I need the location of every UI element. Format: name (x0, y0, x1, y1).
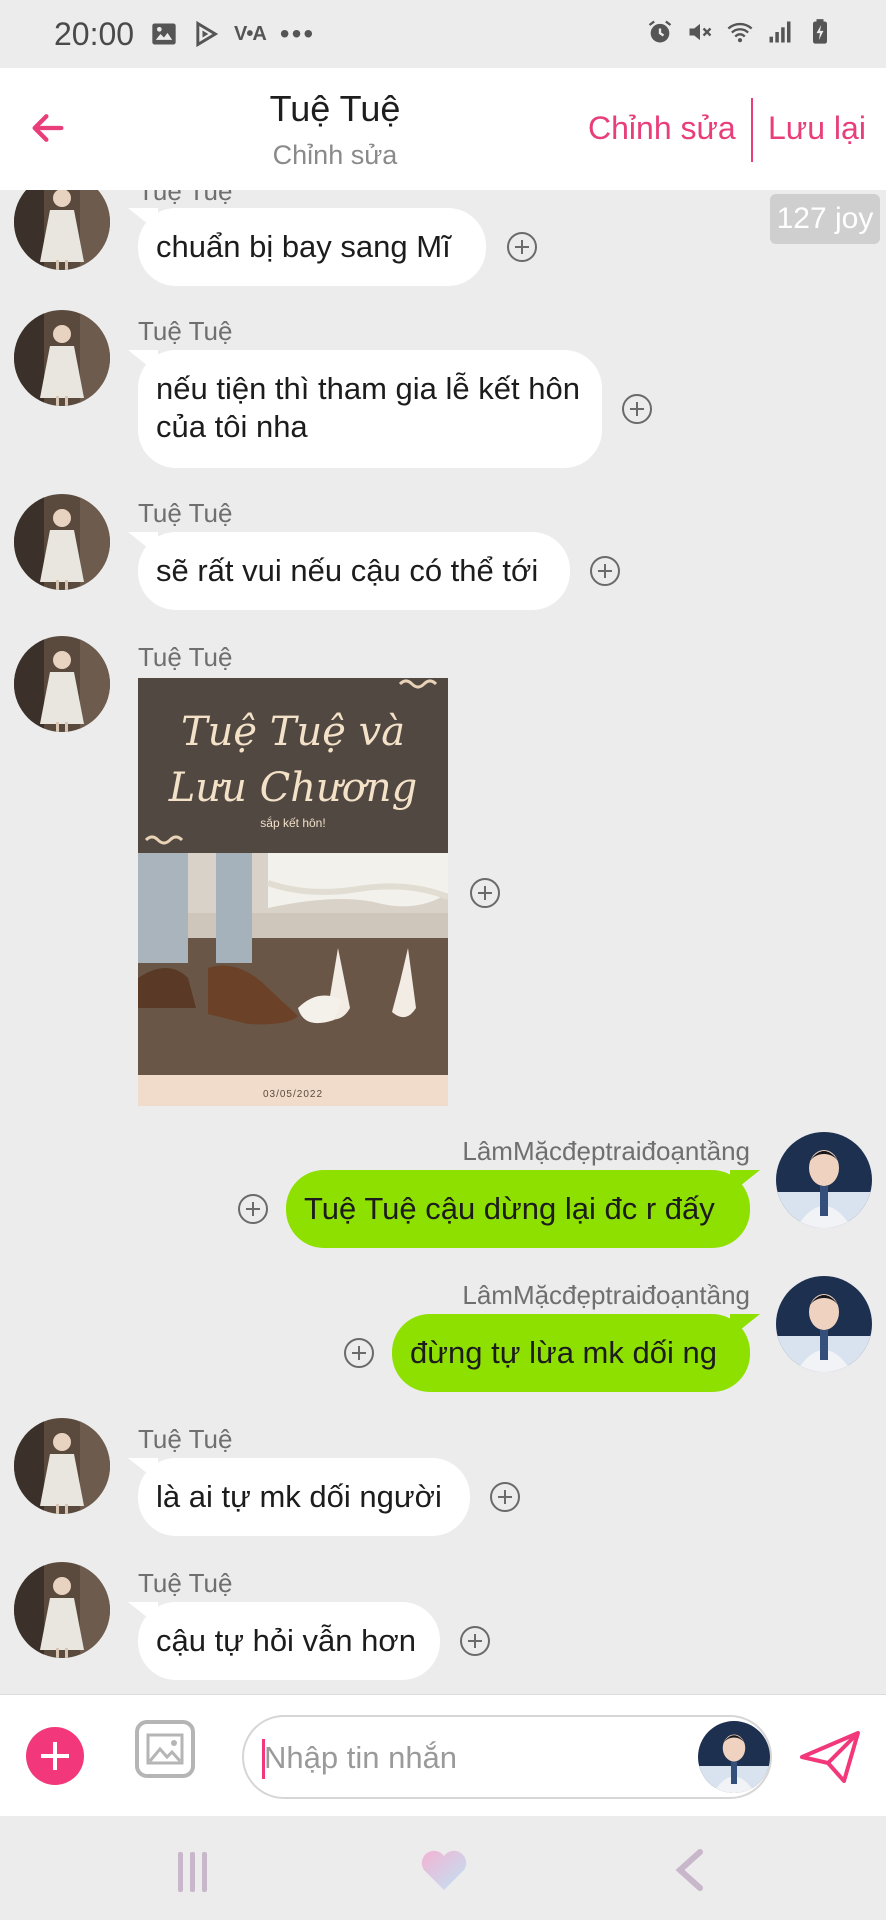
message-text: sẽ rất vui nếu cậu có thể tới (156, 553, 539, 588)
system-nav-bar (0, 1816, 886, 1920)
message-text: chuẩn bị bay sang Mĩ (156, 229, 451, 264)
add-attachment-button[interactable] (26, 1727, 84, 1785)
alarm-icon (646, 18, 674, 46)
vietnamese-carrier-icon: V•A (234, 22, 267, 45)
add-reaction-button[interactable] (490, 1482, 520, 1512)
signal-icon (766, 18, 794, 46)
sender-name: LâmMặcđẹptraiđoạntầng (462, 1136, 750, 1166)
edit-button[interactable]: Chỉnh sửa (588, 110, 736, 147)
avatar[interactable] (14, 636, 110, 732)
card-title: Tuệ Tuệ và Lưu Chương (168, 709, 418, 811)
card-date: 03/05/2022 (262, 1089, 324, 1100)
status-left-icons: V•A ••• (150, 18, 315, 50)
message-input[interactable] (242, 1715, 772, 1799)
joy-counter-badge: 127 joy (770, 194, 880, 244)
message-bubble[interactable]: là ai tự mk dối người (128, 1458, 470, 1536)
chat-area[interactable]: Tuệ Tuệ chuẩn bị bay sang Mĩ 127 joy Tuệ… (0, 190, 886, 1694)
message-text: đừng tự lừa mk dối ng (410, 1335, 717, 1370)
image-icon (135, 1720, 195, 1778)
avatar[interactable] (776, 1276, 872, 1372)
message-text: là ai tự mk dối người (156, 1479, 442, 1514)
heart-icon (421, 1850, 467, 1890)
page-subtitle: Chỉnh sửa (272, 140, 398, 170)
avatar[interactable] (14, 494, 110, 590)
avatar[interactable] (14, 190, 110, 270)
send-button[interactable] (798, 1729, 862, 1785)
message-bubble[interactable]: đừng tự lừa mk dối ng (392, 1314, 760, 1392)
save-button[interactable]: Lưu lại (768, 110, 866, 147)
card-subtitle: sắp kết hôn! (260, 816, 326, 830)
message-bubble[interactable]: nếu tiện thì tham gia lễ kết hôn của tôi… (128, 350, 602, 468)
home-button[interactable] (420, 1848, 468, 1892)
chat-header: Tuệ Tuệ Chỉnh sửa Chỉnh sửa Lưu lại (0, 68, 886, 190)
message-bubble[interactable]: cậu tự hỏi vẫn hơn (128, 1602, 440, 1680)
recent-apps-button[interactable] (178, 1852, 218, 1892)
page-title: Tuệ Tuệ (269, 88, 401, 129)
header-divider (751, 98, 753, 162)
add-reaction-button[interactable] (344, 1338, 374, 1368)
status-right-icons (646, 18, 834, 46)
message-bubble[interactable]: Tuệ Tuệ cậu dừng lại đc r đấy (286, 1170, 760, 1248)
message-field[interactable] (264, 1735, 704, 1781)
sender-name: Tuệ Tuệ (138, 642, 233, 672)
status-time: 20:00 (54, 16, 135, 52)
chevron-left-icon (675, 1849, 703, 1891)
more-icon: ••• (279, 18, 316, 49)
add-reaction-button[interactable] (470, 878, 500, 908)
sender-name: Tuệ Tuệ (138, 190, 233, 206)
back-nav-button[interactable] (672, 1848, 706, 1892)
add-reaction-button[interactable] (238, 1194, 268, 1224)
sender-name: Tuệ Tuệ (138, 1568, 233, 1598)
avatar[interactable] (14, 310, 110, 406)
battery-charging-icon (806, 18, 834, 46)
sender-name: Tuệ Tuệ (138, 316, 233, 346)
sender-name: LâmMặcđẹptraiđoạntầng (462, 1280, 750, 1310)
message-text: cậu tự hỏi vẫn hơn (156, 1623, 416, 1658)
message-input-bar (0, 1694, 886, 1816)
wifi-icon (726, 18, 754, 46)
add-reaction-button[interactable] (622, 394, 652, 424)
sender-avatar-switch[interactable] (698, 1721, 770, 1793)
message-bubble[interactable]: chuẩn bị bay sang Mĩ (128, 208, 486, 286)
wedding-invitation-image[interactable]: Tuệ Tuệ và Lưu Chương sắp kết hôn! 03/05… (138, 678, 448, 1106)
add-reaction-button[interactable] (460, 1626, 490, 1656)
status-bar: 20:00 V•A ••• (0, 0, 886, 68)
message-bubble[interactable]: sẽ rất vui nếu cậu có thể tới (128, 532, 570, 610)
sender-name: Tuệ Tuệ (138, 498, 233, 528)
add-reaction-button[interactable] (507, 232, 537, 262)
image-icon (150, 20, 178, 48)
gallery-button[interactable] (134, 1719, 196, 1779)
play-icon (192, 20, 220, 48)
send-icon (800, 1731, 860, 1783)
mute-icon (686, 18, 714, 46)
avatar[interactable] (14, 1562, 110, 1658)
avatar[interactable] (776, 1132, 872, 1228)
message-text: nếu tiện thì tham gia lễ kết hôn của tôi… (156, 371, 580, 444)
sender-name: Tuệ Tuệ (138, 1424, 233, 1454)
add-reaction-button[interactable] (590, 556, 620, 586)
avatar[interactable] (14, 1418, 110, 1514)
message-text: Tuệ Tuệ cậu dừng lại đc r đấy (304, 1191, 715, 1226)
